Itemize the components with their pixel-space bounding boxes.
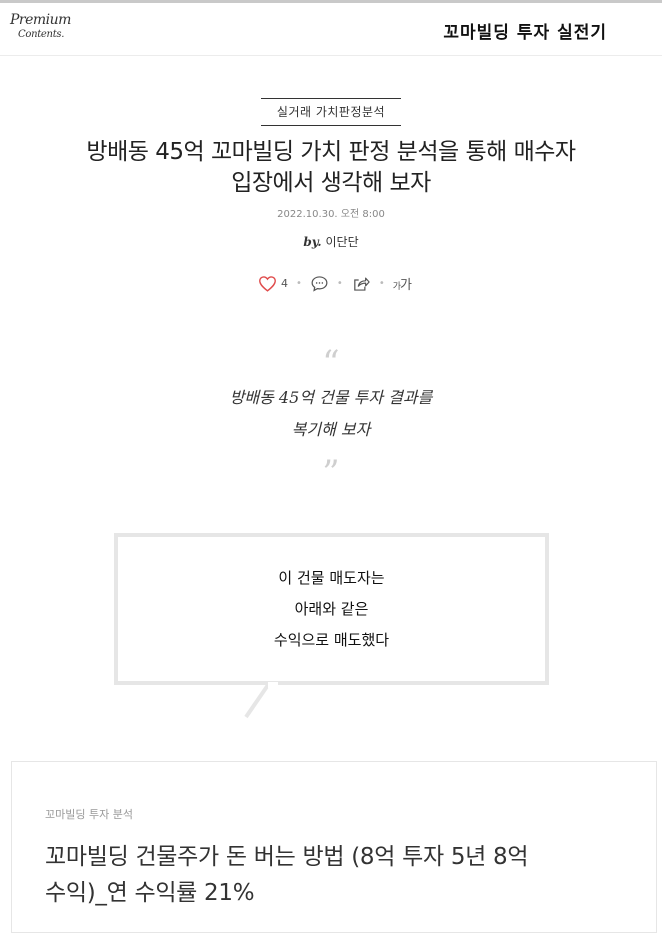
share-icon (351, 275, 371, 292)
title-line2: 입장에서 생각해 보자 (231, 170, 431, 196)
quote-open-mark: “ (322, 343, 340, 383)
heart-icon (258, 275, 277, 292)
separator-dot: • (336, 277, 343, 289)
comment-icon (310, 275, 329, 292)
by-label: by. (303, 235, 322, 249)
header: Premium Contents. 꼬마빌딩 투자 실전기 (0, 3, 662, 56)
title-line1: 방배동 45억 꼬마빌딩 가치 판정 분석을 통해 매수자 (86, 139, 576, 165)
quote-line1: 방배동 45억 건물 투자 결과를 (229, 388, 433, 407)
font-size-icon: 가가 (392, 277, 412, 293)
separator-dot: • (296, 277, 302, 289)
category-label[interactable]: 실거래 가치판정분석 (260, 98, 402, 126)
card-category: 꼬마빌딩 투자 분석 (45, 808, 133, 821)
bubble-line1: 이 건물 매도자는 (278, 569, 385, 587)
related-article-card[interactable]: 꼬마빌딩 투자 분석 꼬마빌딩 건물주가 돈 버는 방법 (8억 투자 5년 8… (11, 761, 657, 933)
logo-line1: Premium (10, 12, 71, 28)
card-title: 꼬마빌딩 건물주가 돈 버는 방법 (8억 투자 5년 8억 수익)_연 수익률… (45, 839, 630, 911)
share-button[interactable] (351, 275, 371, 292)
article-category: 실거래 가치판정분석 (0, 98, 662, 126)
font-size-button[interactable]: 가가 (392, 274, 412, 293)
comment-button[interactable] (310, 275, 329, 292)
pull-quote: 방배동 45억 건물 투자 결과를 복기해 보자 (0, 382, 662, 446)
quote-line2: 복기해 보자 (291, 420, 371, 439)
bubble-text: 이 건물 매도자는 아래와 같은 수익으로 매도했다 (118, 563, 545, 656)
article-title: 방배동 45억 꼬마빌딩 가치 판정 분석을 통해 매수자 입장에서 생각해 보… (40, 137, 622, 199)
publish-date: 2022.10.30. 오전 8:00 (277, 209, 385, 220)
logo-line2: Contents. (18, 29, 65, 40)
like-count: 4 (281, 276, 288, 290)
speech-bubble: 이 건물 매도자는 아래와 같은 수익으로 매도했다 (114, 533, 549, 685)
like-button[interactable]: 4 (258, 275, 288, 292)
speech-bubble-tail (244, 682, 278, 719)
premium-contents-logo[interactable]: Premium Contents. (8, 12, 71, 48)
bubble-line3: 수익으로 매도했다 (273, 631, 390, 649)
card-title-line1: 꼬마빌딩 건물주가 돈 버는 방법 (8억 투자 5년 8억 (45, 844, 529, 870)
separator-dot: • (378, 277, 385, 289)
card-title-line2: 수익)_연 수익률 21% (45, 880, 255, 906)
article-actions: 4 • • • 가가 (258, 271, 412, 295)
byline: by. 이단단 (0, 233, 662, 250)
bubble-line2: 아래와 같은 (294, 600, 369, 618)
quote-close-mark: ” (322, 453, 340, 493)
font-size-small-label: 가 (392, 281, 401, 292)
author-name[interactable]: 이단단 (326, 235, 359, 249)
font-size-large-label: 가 (400, 277, 412, 293)
series-title[interactable]: 꼬마빌딩 투자 실전기 (443, 18, 607, 43)
